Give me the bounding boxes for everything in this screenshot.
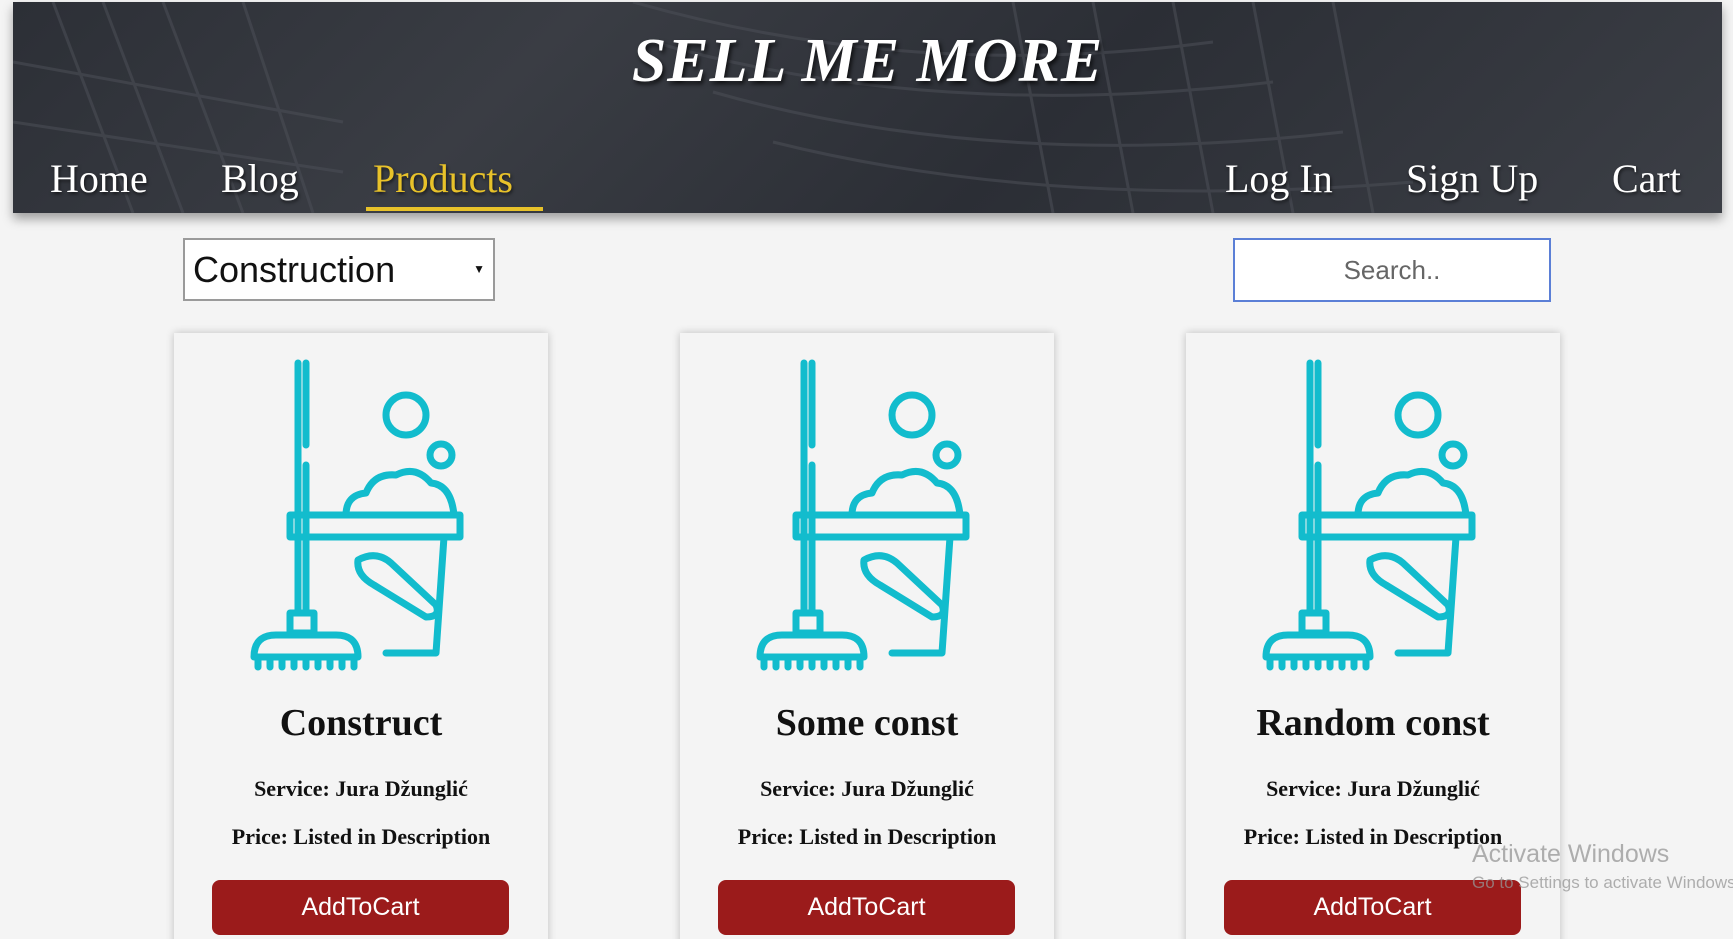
site-title: SELL ME MORE xyxy=(631,27,1104,95)
product-service: Service: Jura Džunglić xyxy=(1266,776,1480,801)
add-to-cart-button[interactable]: AddToCart xyxy=(212,880,509,935)
product-price: Price: Listed in Description xyxy=(231,824,491,849)
category-select[interactable]: Construction ▼ xyxy=(183,238,495,301)
nav-products[interactable]: Products xyxy=(373,155,513,202)
nav-sign-up[interactable]: Sign Up xyxy=(1406,155,1538,202)
product-name: Construct xyxy=(279,702,443,744)
product-name: Random const xyxy=(1256,702,1490,744)
activate-windows-title: Activate Windows xyxy=(1472,840,1670,868)
search-input[interactable] xyxy=(1233,238,1551,302)
product-service: Service: Jura Džunglić xyxy=(760,776,974,801)
nav-cart[interactable]: Cart xyxy=(1612,155,1681,202)
add-to-cart-button[interactable]: AddToCart xyxy=(718,880,1015,935)
nav-log-in[interactable]: Log In xyxy=(1225,155,1333,202)
product-card: Some const Service: Jura Džunglić Price:… xyxy=(680,333,1054,939)
product-price: Price: Listed in Description xyxy=(737,824,997,849)
mop-bucket-icon xyxy=(756,359,970,671)
page: SELL ME MORE Home Blog Products Log In S… xyxy=(0,0,1733,939)
activate-windows-subtitle: Go to Settings to activate Windows. xyxy=(1472,873,1733,892)
product-service: Service: Jura Džunglić xyxy=(254,776,468,801)
chevron-down-icon: ▼ xyxy=(473,262,485,276)
nav-blog[interactable]: Blog xyxy=(221,155,299,202)
mop-bucket-icon xyxy=(250,359,464,671)
category-select-value: Construction xyxy=(193,249,396,290)
nav-active-underline xyxy=(366,207,543,211)
site-header: SELL ME MORE Home Blog Products Log In S… xyxy=(13,2,1722,213)
product-card: Construct Service: Jura Džunglić Price: … xyxy=(174,333,548,939)
mop-bucket-icon xyxy=(1262,359,1476,671)
nav-home[interactable]: Home xyxy=(50,155,148,202)
product-name: Some const xyxy=(775,702,959,744)
